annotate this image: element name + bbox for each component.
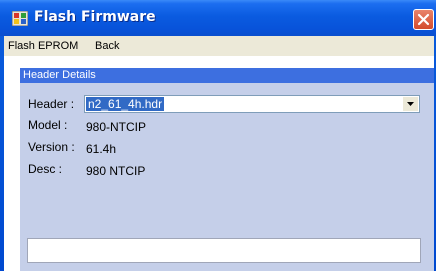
close-icon — [417, 13, 430, 26]
status-text-field[interactable] — [27, 238, 421, 263]
version-label: Version : — [28, 140, 75, 154]
panel-header: Header Details — [20, 68, 434, 83]
menu-bar: Flash EPROM Back — [4, 36, 434, 56]
version-value: 61.4h — [86, 142, 117, 156]
flash-firmware-window: Flash Firmware Flash EPROM Back Header D… — [0, 0, 436, 271]
model-value: 980-NTCIP — [86, 120, 147, 134]
desc-label: Desc : — [28, 162, 63, 176]
menu-back[interactable]: Back — [95, 40, 119, 52]
desc-value: 980 NTCIP — [86, 164, 146, 178]
close-button[interactable] — [413, 9, 434, 30]
firmware-app-icon — [11, 10, 29, 27]
chevron-down-icon[interactable] — [403, 97, 418, 111]
header-label: Header : — [28, 97, 75, 111]
model-label: Model : — [28, 118, 68, 132]
header-file-value: n2_61_4h.hdr — [86, 97, 165, 111]
title-bar[interactable]: Flash Firmware — [0, 0, 436, 36]
panel-header-label: Header Details — [23, 69, 96, 81]
menu-flash-eprom[interactable]: Flash EPROM — [8, 40, 78, 52]
header-file-dropdown[interactable]: n2_61_4h.hdr — [84, 95, 420, 113]
window-client-area: Flash EPROM Back Header Details Header :… — [4, 36, 434, 271]
window-title: Flash Firmware — [34, 9, 156, 25]
header-details-panel: Header Details Header : n2_61_4h.hdr Mod… — [20, 68, 434, 271]
